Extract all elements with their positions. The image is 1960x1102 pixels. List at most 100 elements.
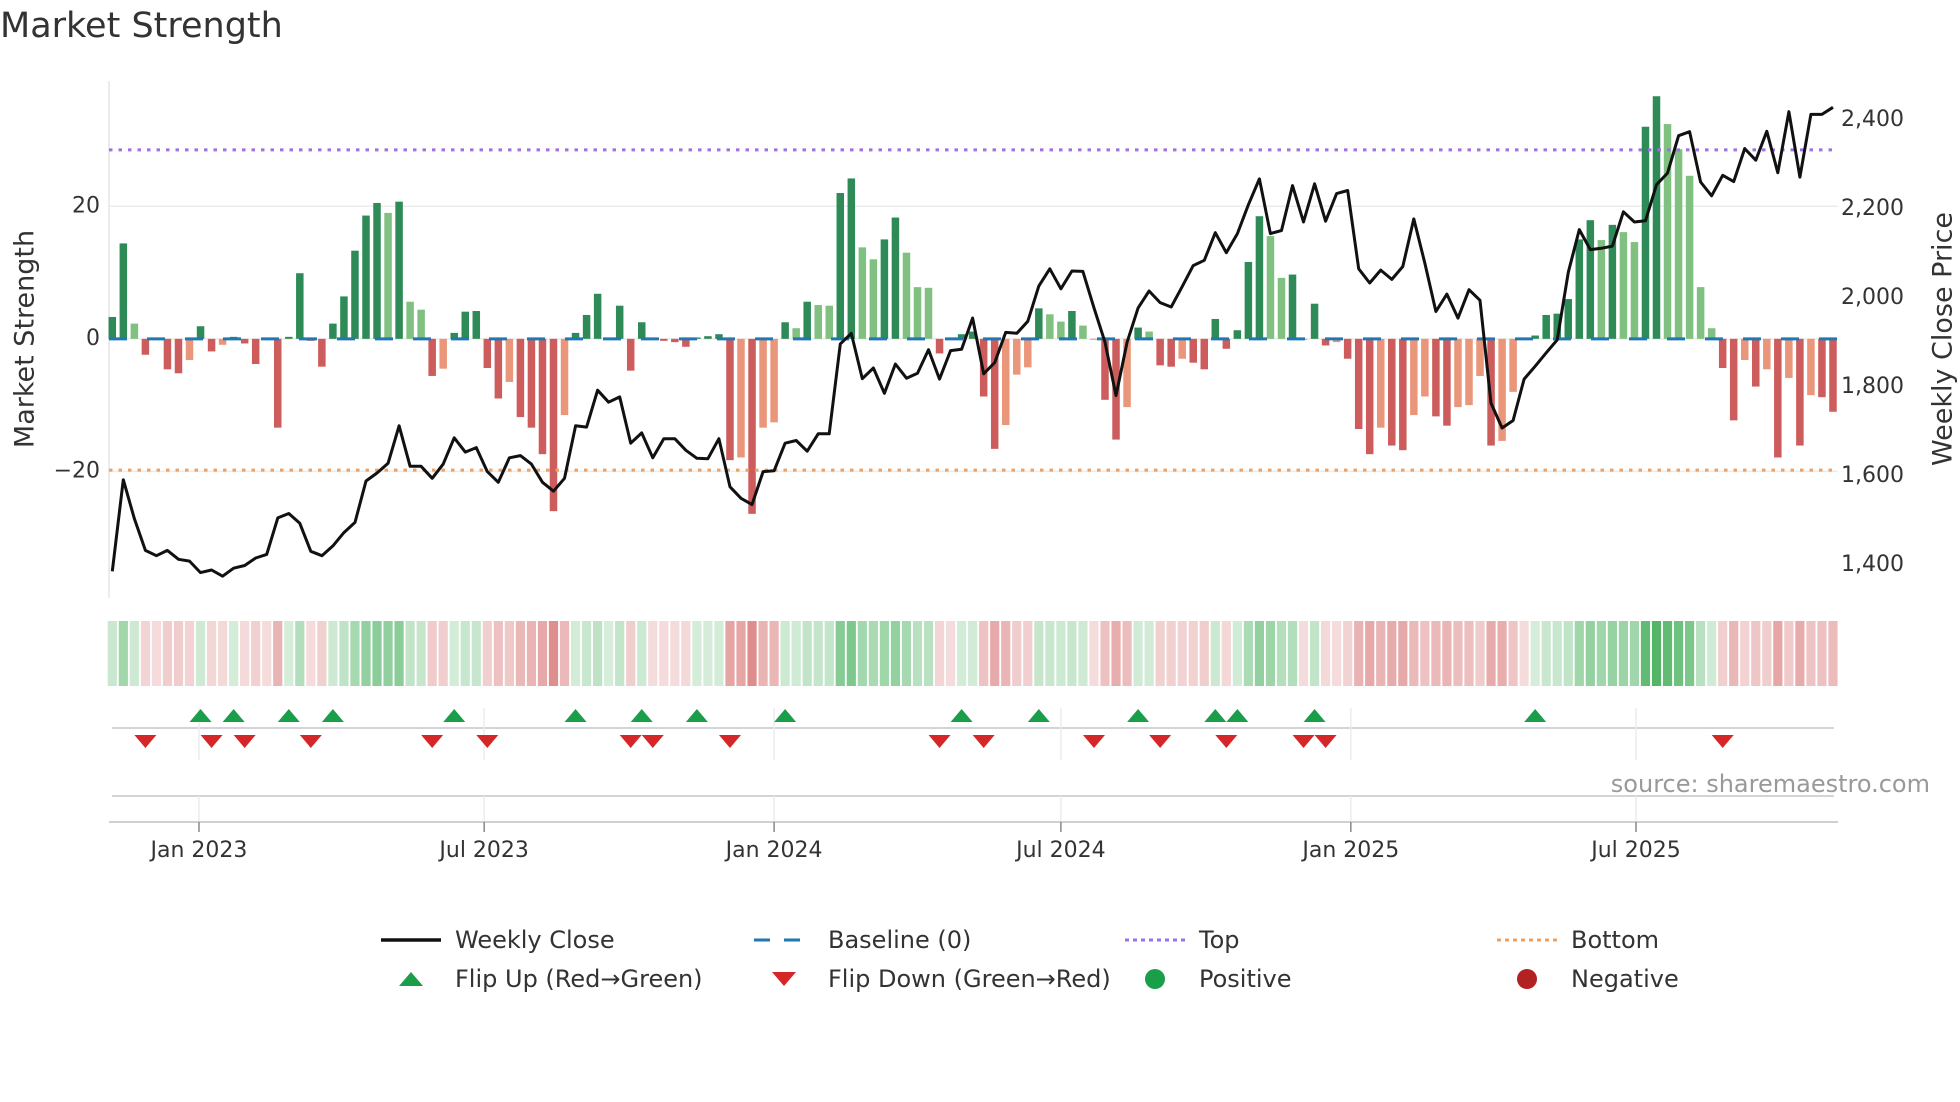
- heat-cell: [1221, 621, 1231, 686]
- heat-cell: [813, 621, 823, 686]
- strength-bar: [891, 217, 900, 339]
- heat-cell: [482, 621, 492, 686]
- strength-bar: [1421, 338, 1429, 397]
- flip-up-marker: [1524, 709, 1547, 722]
- heat-cell: [1321, 621, 1331, 686]
- heat-cell: [824, 621, 834, 686]
- flip-down-marker: [200, 735, 223, 748]
- flip-up-marker: [277, 709, 300, 722]
- x-tick-label: Jul 2025: [1589, 838, 1681, 863]
- flip-down-marker: [476, 735, 499, 748]
- strength-bar: [1001, 338, 1010, 426]
- strength-bar: [1211, 318, 1220, 339]
- heat-cell: [1740, 621, 1750, 686]
- heat-cell: [1343, 621, 1353, 686]
- flip-down-marker: [421, 735, 444, 748]
- strength-bar: [1575, 239, 1584, 339]
- y-axis-title: Market Strength: [10, 230, 41, 448]
- heat-cell: [493, 621, 503, 686]
- strength-bar: [560, 338, 569, 416]
- flip-markers: [112, 708, 1834, 822]
- heat-cell: [1651, 621, 1662, 686]
- strength-bar: [362, 215, 370, 339]
- heat-cell: [957, 621, 967, 686]
- heat-cell: [1773, 621, 1783, 686]
- heat-cell: [284, 621, 294, 686]
- strength-bar: [593, 293, 602, 339]
- strength-bar: [1046, 314, 1054, 339]
- source-credit: source: sharemaestro.com: [1610, 770, 1930, 798]
- heat-cell: [1519, 621, 1529, 686]
- legend-label: Negative: [1571, 965, 1679, 993]
- strength-bar: [196, 326, 205, 339]
- strength-bar: [803, 301, 811, 339]
- heat-cell: [1166, 621, 1176, 686]
- strength-bar: [1443, 338, 1451, 426]
- heat-cell: [835, 621, 845, 686]
- heat-cell: [1023, 621, 1033, 686]
- heat-cell: [1232, 621, 1242, 686]
- heat-cell: [1265, 621, 1276, 686]
- legend-label: Positive: [1199, 965, 1292, 993]
- legend-label: Flip Down (Green→Red): [828, 965, 1111, 993]
- heat-cell: [868, 621, 878, 686]
- heat-cell: [1806, 621, 1816, 686]
- heat-cell: [526, 621, 537, 686]
- y-tick-label: 0: [86, 326, 100, 351]
- heat-cell: [670, 621, 680, 686]
- heat-cell: [449, 621, 459, 686]
- heat-cell: [460, 621, 470, 686]
- heat-cell: [504, 621, 514, 686]
- strength-bar: [1796, 338, 1804, 446]
- strength-bar: [1718, 338, 1727, 369]
- heat-cell: [1100, 621, 1110, 686]
- strength-bar: [1255, 216, 1264, 339]
- heat-cell: [1762, 621, 1772, 686]
- strength-bar: [1432, 338, 1440, 417]
- heat-cell: [229, 621, 239, 686]
- heat-cell: [1067, 621, 1077, 686]
- flip-down-marker: [928, 735, 951, 748]
- legend-baseline: Baseline (0): [754, 925, 971, 955]
- heat-cell: [251, 621, 261, 686]
- heat-cell: [361, 621, 371, 686]
- heat-cell: [1828, 621, 1838, 686]
- strength-bar: [516, 338, 525, 418]
- flip-down-marker: [1082, 735, 1105, 748]
- legend-positive: Positive: [1125, 964, 1292, 994]
- heat-cell: [1585, 621, 1595, 686]
- heat-cell: [438, 621, 448, 686]
- heat-cell: [1475, 621, 1485, 686]
- heat-cell: [1287, 621, 1298, 686]
- heat-cell: [140, 621, 150, 686]
- legend-label: Flip Up (Red→Green): [455, 965, 703, 993]
- heat-cell: [747, 621, 757, 686]
- heat-cell: [173, 621, 184, 686]
- heat-cell: [394, 621, 404, 686]
- heat-cell: [1662, 621, 1673, 686]
- strength-bar: [770, 338, 778, 423]
- heat-cell: [328, 621, 338, 686]
- heat-cell: [879, 621, 889, 686]
- heat-cell: [1563, 621, 1573, 686]
- heat-cell: [1684, 621, 1695, 686]
- heat-cell: [1188, 621, 1198, 686]
- heat-cell: [1045, 621, 1055, 686]
- strength-bar: [1244, 261, 1253, 339]
- strength-bar: [1233, 330, 1242, 339]
- strength-bar: [902, 252, 911, 339]
- strength-bar: [1807, 338, 1815, 396]
- flip-up-marker: [1127, 709, 1150, 722]
- strength-bar: [130, 323, 139, 339]
- triangle-up-icon: [381, 964, 443, 994]
- y2-tick-label: 1,600: [1841, 463, 1904, 488]
- flip-up-marker: [443, 709, 466, 722]
- strength-bar: [1068, 310, 1076, 339]
- strength-bar: [461, 311, 470, 339]
- heat-cell: [1332, 621, 1342, 686]
- strength-bar: [924, 287, 933, 339]
- strength-bar: [1752, 338, 1760, 387]
- heat-cell: [912, 621, 923, 686]
- strength-bar: [582, 314, 591, 339]
- weekly-close-line: [110, 106, 1834, 578]
